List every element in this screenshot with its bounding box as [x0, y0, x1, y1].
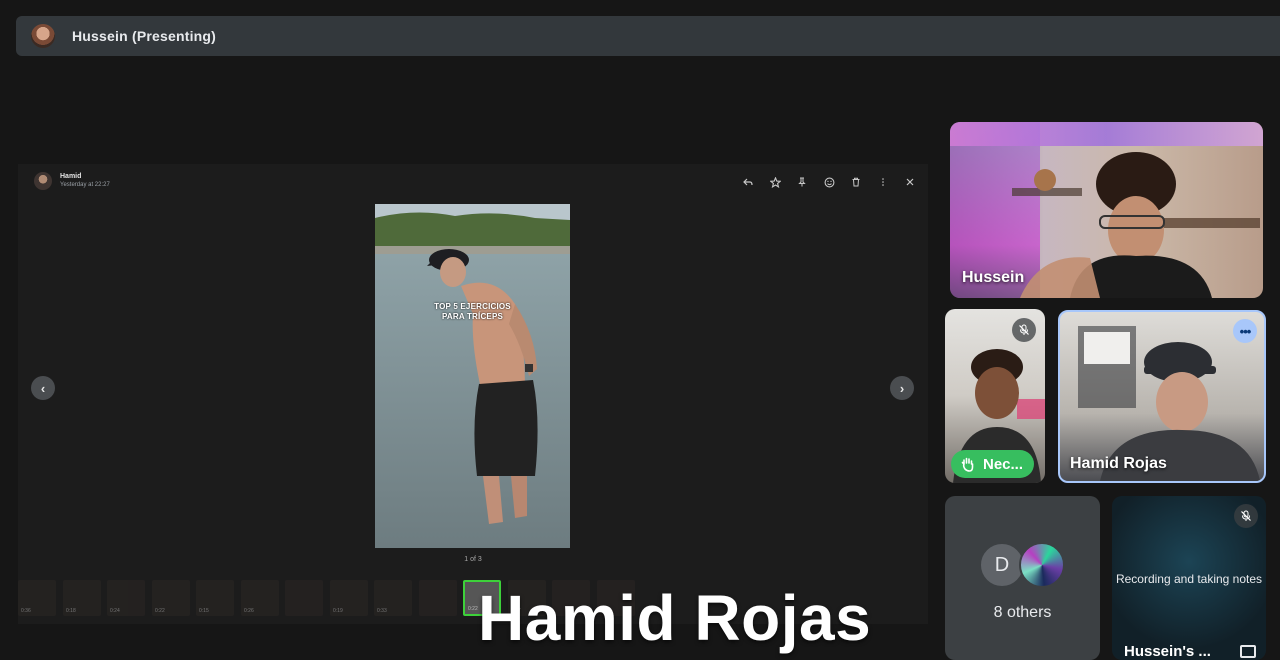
thumbnail-duration: 0:36 [21, 608, 31, 614]
speaker-caption: Hamid Rojas [478, 582, 872, 654]
others-count: 8 others [993, 604, 1052, 621]
thumbnail-duration: 0:19 [333, 608, 343, 614]
sender-avatar [34, 172, 52, 190]
pin-icon[interactable] [794, 174, 810, 190]
hand-raise-icon [961, 457, 974, 472]
participant-name: Hussein [962, 269, 1025, 286]
thumbnail[interactable]: 0:33 [374, 580, 412, 616]
mic-off-icon [1012, 318, 1036, 342]
participant-tile-others[interactable]: D 8 others [945, 496, 1100, 660]
thumbnail[interactable]: 0:15 [196, 580, 234, 616]
thumbnail-duration: 0:22 [155, 608, 165, 614]
participant-tile-notes[interactable]: Recording and taking notes Hussein's ... [1112, 496, 1266, 660]
notes-status: Recording and taking notes [1115, 572, 1263, 586]
thumbnail-duration: 0:22 [468, 606, 478, 612]
chevron-left-icon: ‹ [40, 380, 46, 396]
presenter-avatar [31, 24, 55, 48]
thumbnail-duration: 0:15 [199, 608, 209, 614]
participant-name: Hussein's ... [1124, 643, 1211, 660]
meeting-window: Hussein (Presenting) Hamid Yesterday at … [0, 0, 1280, 660]
participant-tile-hamid[interactable]: ••• Hamid Rojas [1058, 310, 1266, 483]
presenter-bar[interactable]: Hussein (Presenting) [16, 16, 1280, 56]
sender-name: Hamid [60, 173, 82, 180]
chevron-right-icon: › [899, 380, 905, 396]
close-icon[interactable] [902, 174, 918, 190]
more-options-button[interactable]: ••• [1233, 319, 1257, 343]
picture-in-picture-icon[interactable] [1240, 645, 1256, 658]
thumbnail-duration: 0:33 [377, 608, 387, 614]
thumbnail-duration: 0:18 [66, 608, 76, 614]
more-horiz-icon: ••• [1239, 323, 1252, 339]
thumbnail[interactable] [419, 580, 457, 616]
thumbnail-duration: 0:24 [110, 608, 120, 614]
others-avatars: D [979, 542, 1065, 588]
thumbnail[interactable]: 0:22 [152, 580, 190, 616]
thumbnail[interactable] [285, 580, 323, 616]
star-icon[interactable] [767, 174, 783, 190]
mic-off-icon [1234, 504, 1258, 528]
previous-image-button[interactable]: ‹ [31, 376, 55, 400]
thumbnail[interactable]: 0:36 [18, 580, 56, 616]
participant-tile-hussein[interactable]: Hussein [950, 122, 1263, 298]
message-sender: Hamid Yesterday at 22:27 [34, 172, 110, 190]
avatar [1019, 542, 1065, 588]
thumbnail[interactable]: 0:19 [330, 580, 368, 616]
image-caption-line2: PARA TRÍCEPS [441, 312, 504, 321]
delete-icon[interactable] [848, 174, 864, 190]
sender-time: Yesterday at 22:27 [60, 182, 110, 188]
shared-photo: TOP 5 EJERCICIOS PARA TRÍCEPS [375, 204, 570, 548]
image-counter: 1 of 3 [464, 556, 482, 563]
emoji-icon[interactable] [821, 174, 837, 190]
participant-name: Hamid Rojas [1070, 455, 1167, 472]
thumbnail-duration: 0:26 [244, 608, 254, 614]
presenter-title: Hussein (Presenting) [72, 28, 217, 44]
thumbnail[interactable]: 0:24 [107, 580, 145, 616]
thumbnail[interactable]: 0:18 [63, 580, 101, 616]
participant-name: Nec... [983, 455, 1024, 473]
more-vert-icon[interactable] [875, 174, 891, 190]
shared-screen: Hamid Yesterday at 22:27 TOP 5 EJERCICIO… [18, 164, 928, 624]
viewer-toolbar [740, 174, 918, 190]
reply-icon[interactable] [740, 174, 756, 190]
thumbnail[interactable]: 0:26 [241, 580, 279, 616]
participant-tile-nec[interactable]: Nec... [945, 309, 1045, 483]
raised-hand-badge[interactable]: Nec... [951, 450, 1034, 478]
image-caption-line1: TOP 5 EJERCICIOS [434, 302, 511, 311]
next-image-button[interactable]: › [890, 376, 914, 400]
